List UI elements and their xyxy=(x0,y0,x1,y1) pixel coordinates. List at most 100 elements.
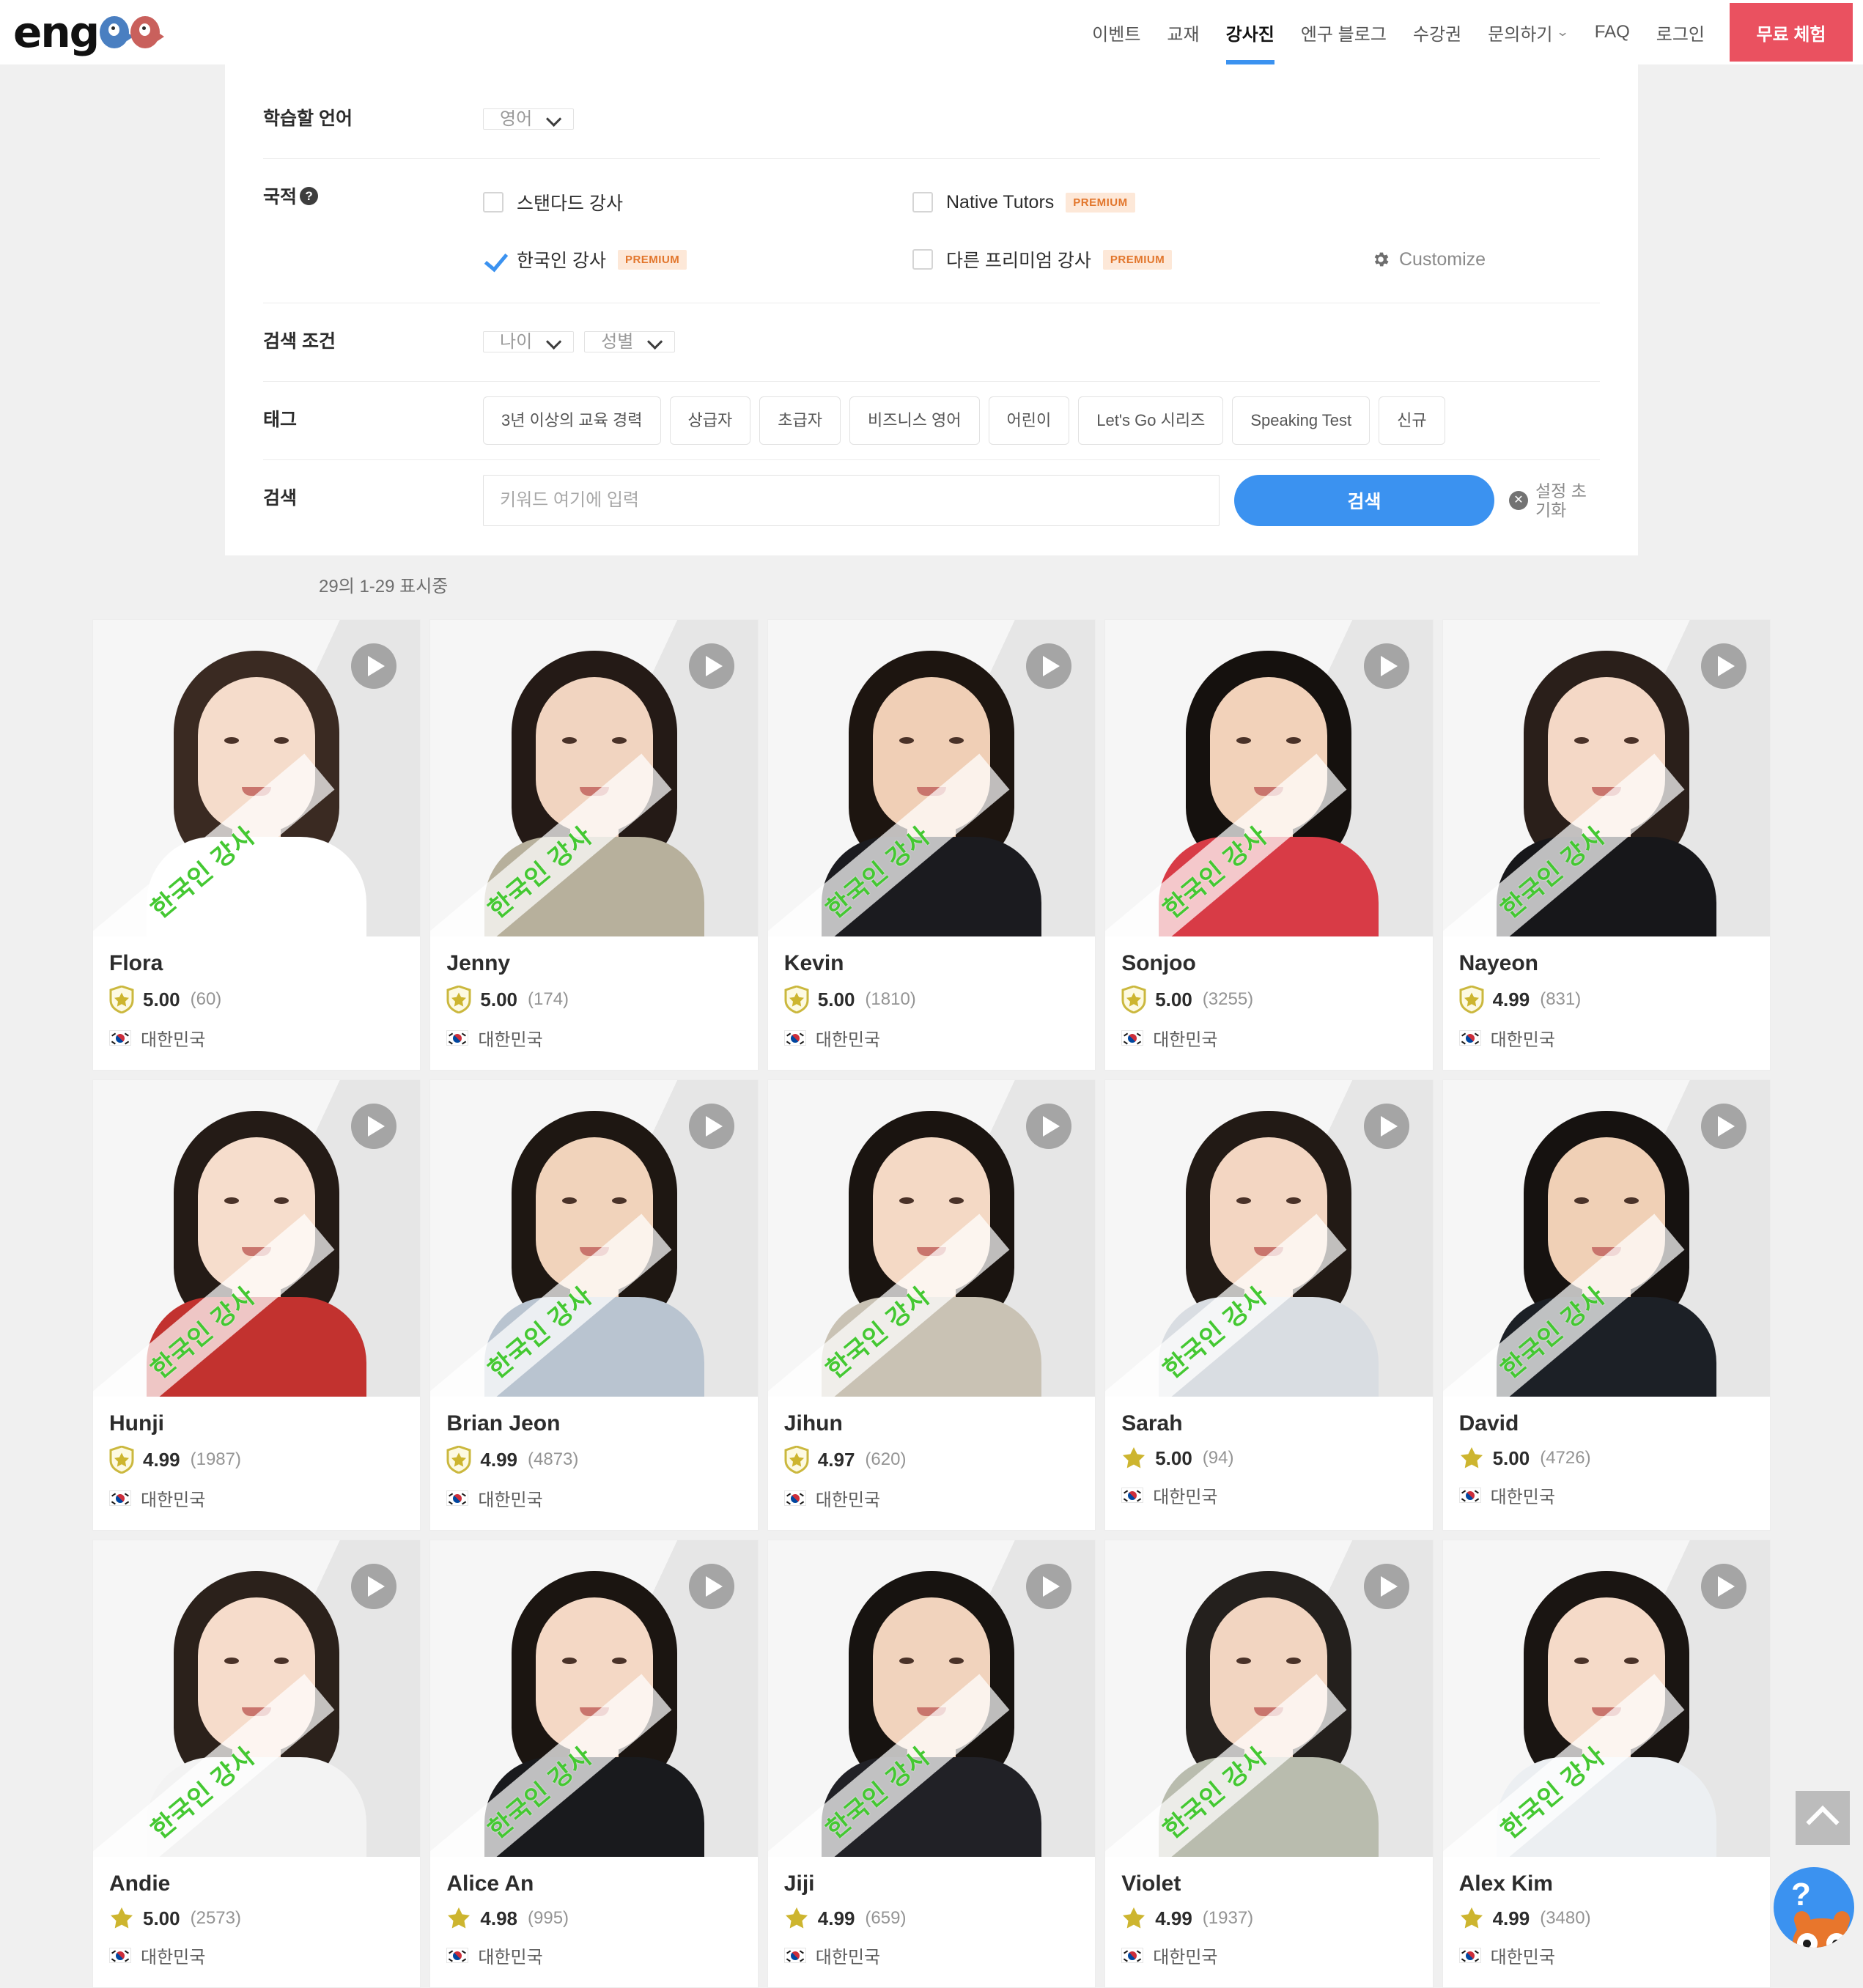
play-video-button[interactable] xyxy=(1364,1564,1409,1609)
nav-item-5[interactable]: 문의하기⌄ xyxy=(1475,0,1582,64)
nav-item-0[interactable]: 이벤트 xyxy=(1079,0,1154,64)
nav-item-2[interactable]: 강사진 xyxy=(1213,0,1288,64)
search-label: 검색 xyxy=(263,475,483,510)
scroll-to-top-button[interactable] xyxy=(1796,1791,1850,1845)
tag-button-3[interactable]: 비즈니스 영어 xyxy=(849,396,980,445)
main-nav: 이벤트교재 강사진 엔구 블로그 수강권문의하기⌄ FAQ 로그인 xyxy=(1079,0,1718,64)
tutor-rating: 4.99(3480) xyxy=(1459,1906,1754,1931)
tag-button-5[interactable]: Let's Go 시리즈 xyxy=(1078,396,1223,445)
nav-item-4[interactable]: 수강권 xyxy=(1400,0,1475,64)
nationality-label-text: 국적 xyxy=(263,182,297,209)
tutor-card[interactable]: 한국인 강사Kevin5.00(1810)대한민국 xyxy=(767,619,1096,1071)
nav-item-6[interactable]: FAQ xyxy=(1582,0,1643,64)
nationality-option-2[interactable]: 한국인 강사PREMIUM xyxy=(483,231,912,288)
nationality-option-1[interactable]: Native TutorsPREMIUM xyxy=(912,174,1342,231)
tutor-country: 대한민국 xyxy=(1459,1025,1754,1051)
tutor-card[interactable]: 한국인 강사Hunji4.99(1987)대한민국 xyxy=(92,1079,421,1531)
tag-button-0[interactable]: 3년 이상의 교육 경력 xyxy=(483,396,661,445)
tutor-photo: 한국인 강사 xyxy=(768,1080,1095,1397)
tutor-rating-value: 4.99 xyxy=(1155,1907,1192,1930)
nav-item-label: 강사진 xyxy=(1226,20,1274,45)
language-select-value: 영어 xyxy=(483,108,574,130)
nationality-option-0[interactable]: 스탠다드 강사 xyxy=(483,174,912,231)
play-video-button[interactable] xyxy=(689,643,734,689)
tutor-country-label: 대한민국 xyxy=(141,1943,205,1968)
play-video-button[interactable] xyxy=(1026,1564,1071,1609)
tutor-review-count: (60) xyxy=(191,989,222,1010)
play-video-button[interactable] xyxy=(689,1564,734,1609)
play-video-button[interactable] xyxy=(689,1104,734,1149)
reset-filters-button[interactable]: ✕ 설정 초기화 xyxy=(1509,481,1590,520)
tutor-country: 대한민국 xyxy=(784,1025,1079,1051)
tutor-card[interactable]: 한국인 강사Andie5.00(2573)대한민국 xyxy=(92,1540,421,1988)
gear-icon xyxy=(1371,250,1390,269)
tutor-card[interactable]: 한국인 강사Sarah5.00(94)대한민국 xyxy=(1104,1079,1433,1531)
free-trial-button[interactable]: 무료 체험 xyxy=(1730,3,1853,62)
tutor-photo: 한국인 강사 xyxy=(1105,1080,1432,1397)
nationality-option-3[interactable]: 다른 프리미엄 강사PREMIUM xyxy=(912,231,1342,288)
tutor-card[interactable]: 한국인 강사Violet4.99(1937)대한민국 xyxy=(1104,1540,1433,1988)
tag-button-4[interactable]: 어린이 xyxy=(989,396,1070,445)
help-icon[interactable]: ? xyxy=(300,187,318,205)
star-icon xyxy=(1121,1446,1146,1471)
nav-item-3[interactable]: 엔구 블로그 xyxy=(1288,0,1400,64)
tutor-rating-value: 4.99 xyxy=(143,1449,180,1471)
tutor-country-label: 대한민국 xyxy=(478,1485,542,1511)
tutor-card[interactable]: 한국인 강사Sonjoo5.00(3255)대한민국 xyxy=(1104,619,1433,1071)
tutor-card[interactable]: 한국인 강사Jihun4.97(620)대한민국 xyxy=(767,1079,1096,1531)
tag-button-7[interactable]: 신규 xyxy=(1379,396,1445,445)
tutor-card-body: Jihun4.97(620)대한민국 xyxy=(768,1397,1095,1530)
nationality-label: 국적 ? xyxy=(263,174,483,209)
play-video-button[interactable] xyxy=(1701,1564,1746,1609)
tag-button-6[interactable]: Speaking Test xyxy=(1232,396,1370,445)
gender-select[interactable]: 성별 xyxy=(584,318,675,366)
shield-star-badge-icon xyxy=(1459,986,1484,1013)
tag-button-2[interactable]: 초급자 xyxy=(759,396,841,445)
play-video-button[interactable] xyxy=(1364,1104,1409,1149)
checkbox-icon[interactable] xyxy=(912,192,933,213)
checkbox-icon[interactable] xyxy=(483,192,503,213)
play-video-button[interactable] xyxy=(1026,643,1071,689)
tutor-country: 대한민국 xyxy=(784,1485,1079,1511)
checkbox-icon[interactable] xyxy=(912,249,933,270)
tutor-country-label: 대한민국 xyxy=(1491,1943,1555,1968)
language-select[interactable]: 영어 xyxy=(483,95,574,144)
shield-star-badge-icon xyxy=(784,1446,809,1474)
tutor-rating-value: 4.98 xyxy=(480,1907,517,1930)
tutor-card[interactable]: 한국인 강사Flora5.00(60)대한민국 xyxy=(92,619,421,1071)
tutor-review-count: (995) xyxy=(528,1908,569,1929)
age-select[interactable]: 나이 xyxy=(483,318,574,366)
play-video-button[interactable] xyxy=(351,1104,396,1149)
tutor-card[interactable]: 한국인 강사Nayeon4.99(831)대한민국 xyxy=(1442,619,1771,1071)
tutor-card[interactable]: 한국인 강사Jenny5.00(174)대한민국 xyxy=(429,619,758,1071)
south-korea-flag-icon xyxy=(784,1030,806,1046)
play-video-button[interactable] xyxy=(1026,1104,1071,1149)
play-video-button[interactable] xyxy=(1701,1104,1746,1149)
play-video-button[interactable] xyxy=(1364,643,1409,689)
play-video-button[interactable] xyxy=(1701,643,1746,689)
tutor-card[interactable]: 한국인 강사Alex Kim4.99(3480)대한민국 xyxy=(1442,1540,1771,1988)
tutor-filter-panel: 학습할 언어 영어 국적 ? 스탠다드 강사Native TutorsPREMI… xyxy=(225,64,1638,555)
nav-item-1[interactable]: 교재 xyxy=(1154,0,1212,64)
nav-item-7[interactable]: 로그인 xyxy=(1643,0,1718,64)
play-video-button[interactable] xyxy=(351,1564,396,1609)
logo[interactable]: engoo eng xyxy=(0,0,160,64)
search-submit-button[interactable]: 검색 xyxy=(1234,475,1494,526)
keyword-search-input[interactable] xyxy=(483,475,1220,526)
nav-item-label: FAQ xyxy=(1595,22,1630,43)
tutor-card[interactable]: 한국인 강사David5.00(4726)대한민국 xyxy=(1442,1079,1771,1531)
nav-item-label: 엔구 블로그 xyxy=(1301,20,1387,45)
help-chat-button[interactable]: ? xyxy=(1774,1867,1854,1948)
tutor-card[interactable]: 한국인 강사Brian Jeon4.99(4873)대한민국 xyxy=(429,1079,758,1531)
checkbox-checked-icon[interactable] xyxy=(483,249,503,270)
tutor-rating: 4.99(1937) xyxy=(1121,1906,1416,1931)
shield-star-badge-icon xyxy=(109,1446,134,1474)
tag-button-1[interactable]: 상급자 xyxy=(670,396,751,445)
tutor-card[interactable]: 한국인 강사Jiji4.99(659)대한민국 xyxy=(767,1540,1096,1988)
play-video-button[interactable] xyxy=(351,643,396,689)
tutor-photo: 한국인 강사 xyxy=(1443,1540,1770,1857)
tutor-review-count: (831) xyxy=(1540,989,1581,1010)
customize-button[interactable]: Customize xyxy=(1371,249,1486,270)
tutor-card[interactable]: 한국인 강사Alice An4.98(995)대한민국 xyxy=(429,1540,758,1988)
tutor-name: Sonjoo xyxy=(1121,951,1416,975)
